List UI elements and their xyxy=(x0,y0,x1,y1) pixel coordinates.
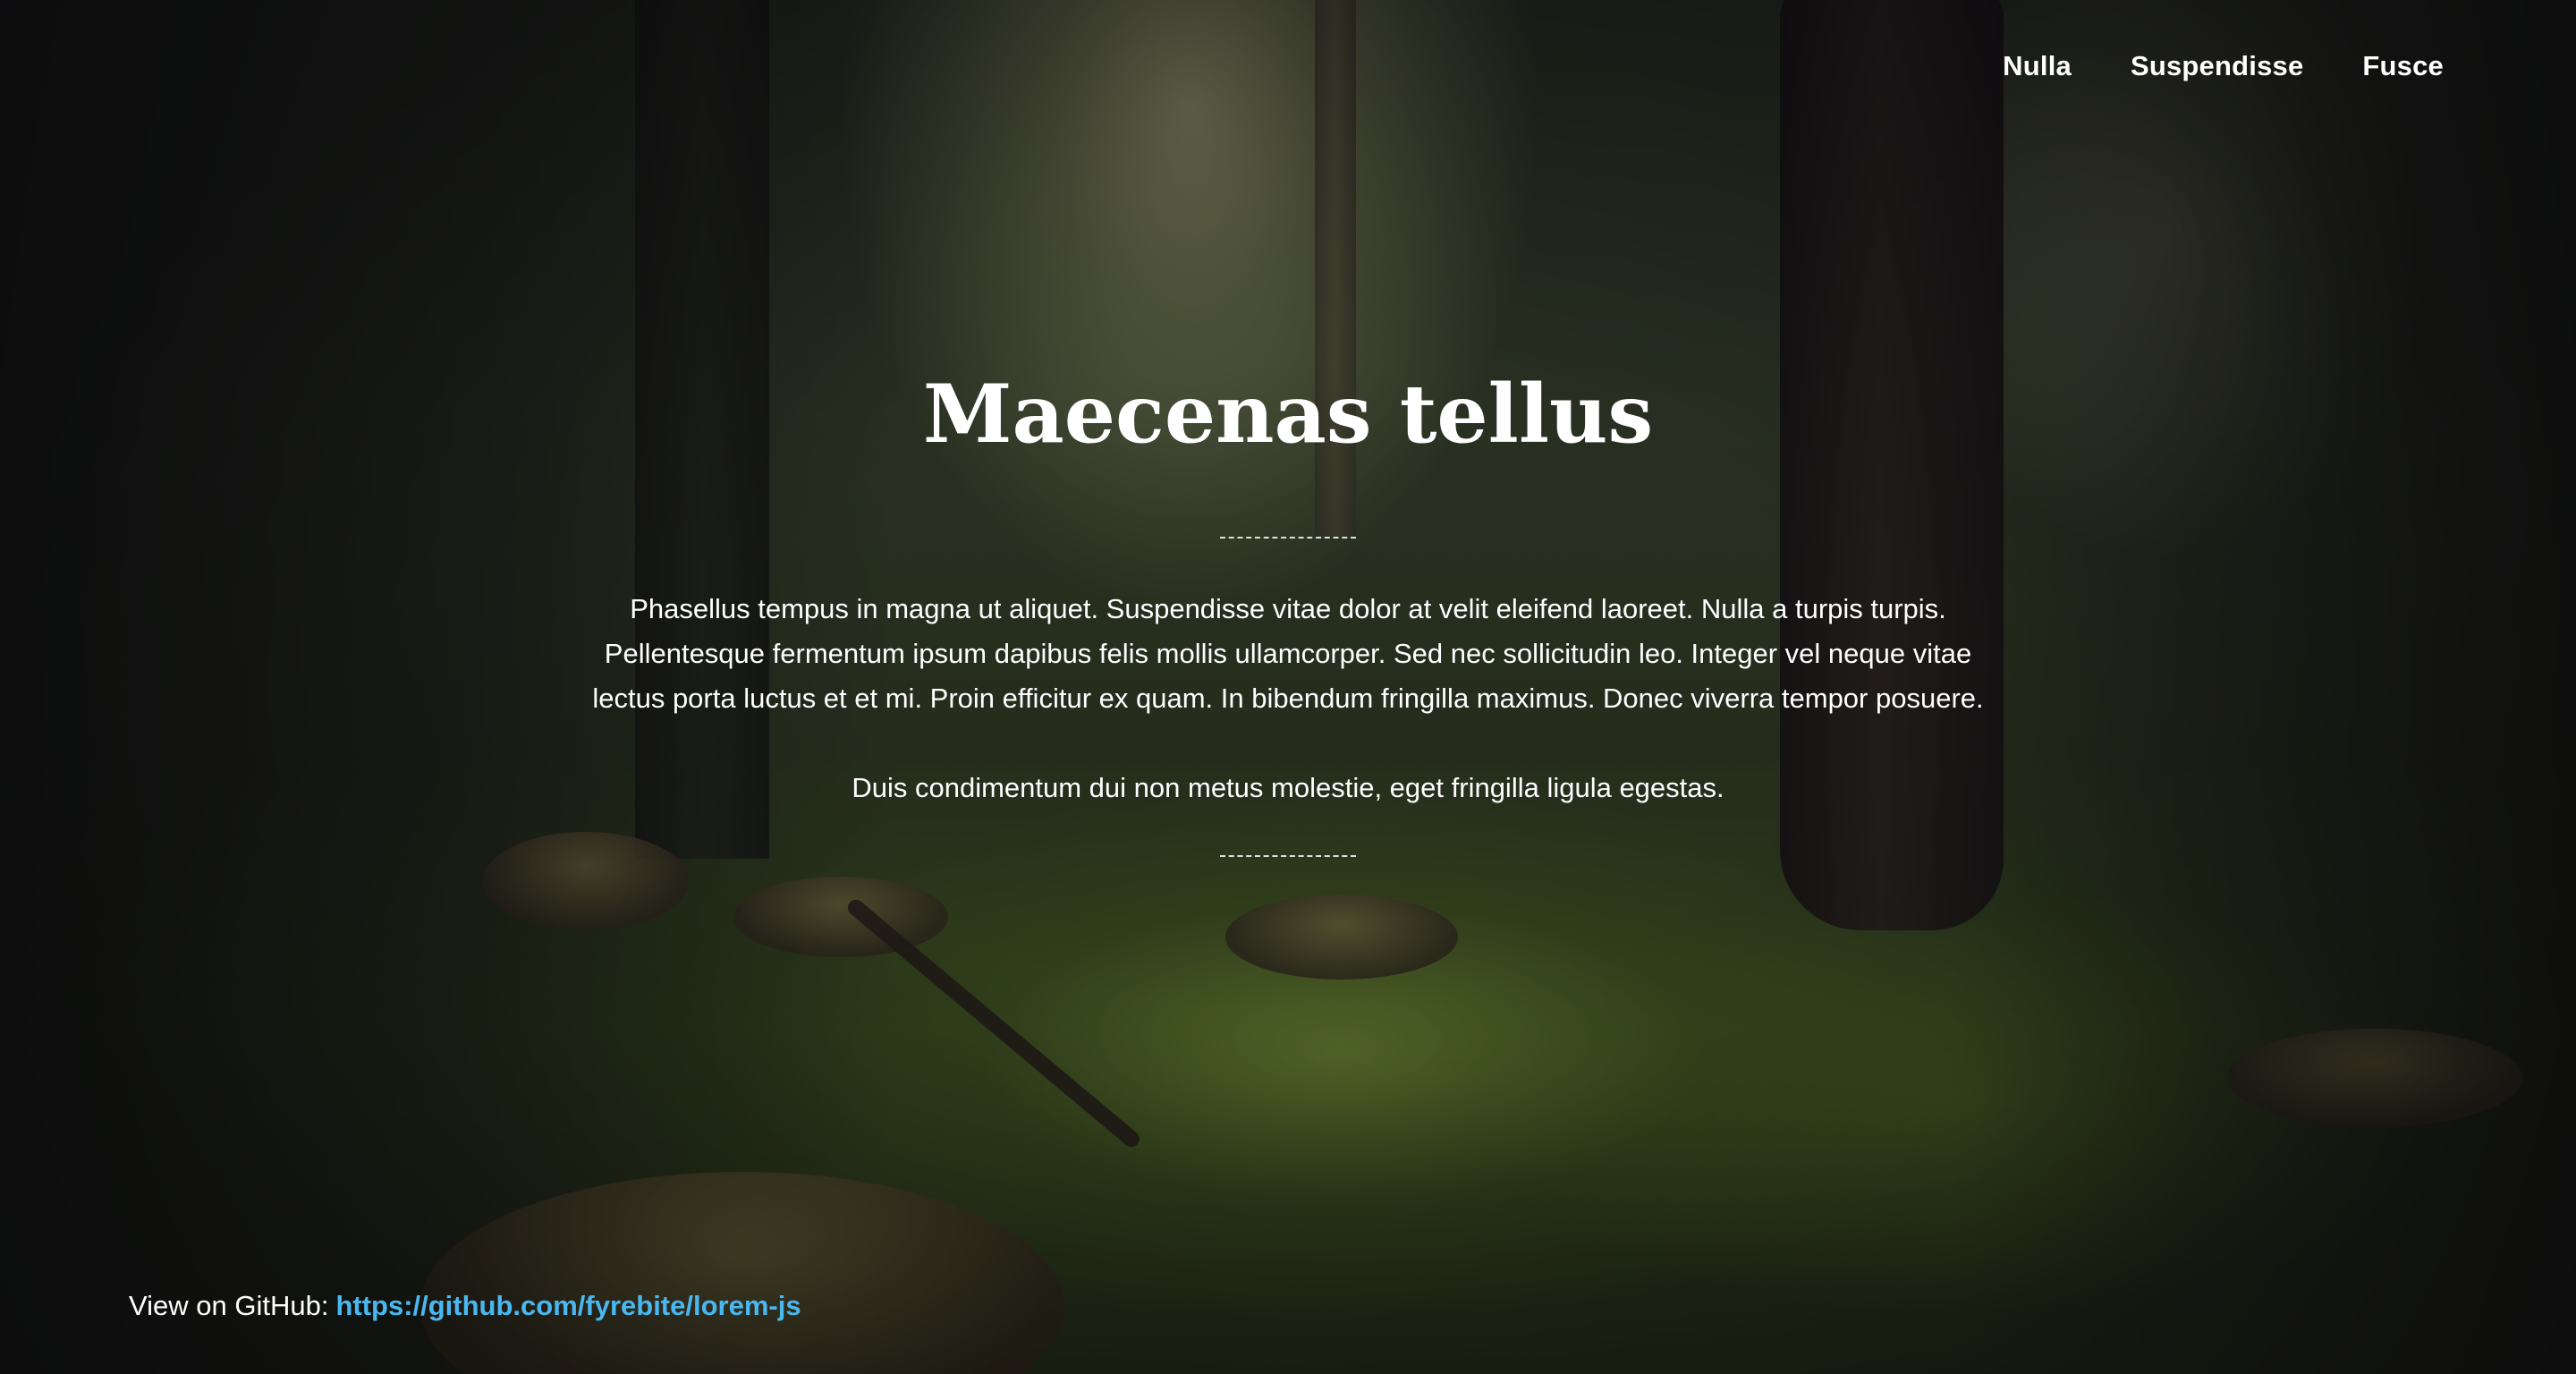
page: Nulla Suspendisse Fusce Maecenas tellus … xyxy=(0,0,2576,1374)
hero-section: Maecenas tellus Phasellus tempus in magn… xyxy=(0,356,2576,857)
nav-item-suspendisse[interactable]: Suspendisse xyxy=(2131,50,2303,82)
github-footer: View on GitHub: https://github.com/fyrebi… xyxy=(129,1286,801,1326)
hero-body: Phasellus tempus in magna ut aliquet. Su… xyxy=(590,587,1986,810)
hero-paragraph: Phasellus tempus in magna ut aliquet. Su… xyxy=(592,593,1984,714)
top-nav: Nulla Suspendisse Fusce xyxy=(2003,50,2444,82)
hero-title: Maecenas tellus xyxy=(922,367,1654,462)
hero-paragraph: Duis condimentum dui non metus molestie,… xyxy=(852,772,1724,803)
github-prefix-label: View on GitHub: xyxy=(129,1290,329,1321)
dashed-divider xyxy=(1220,855,1356,857)
nav-item-nulla[interactable]: Nulla xyxy=(2003,50,2072,82)
github-link[interactable]: https://github.com/fyrebite/lorem-js xyxy=(335,1290,801,1321)
nav-item-fusce[interactable]: Fusce xyxy=(2362,50,2444,82)
dashed-divider xyxy=(1220,537,1356,539)
